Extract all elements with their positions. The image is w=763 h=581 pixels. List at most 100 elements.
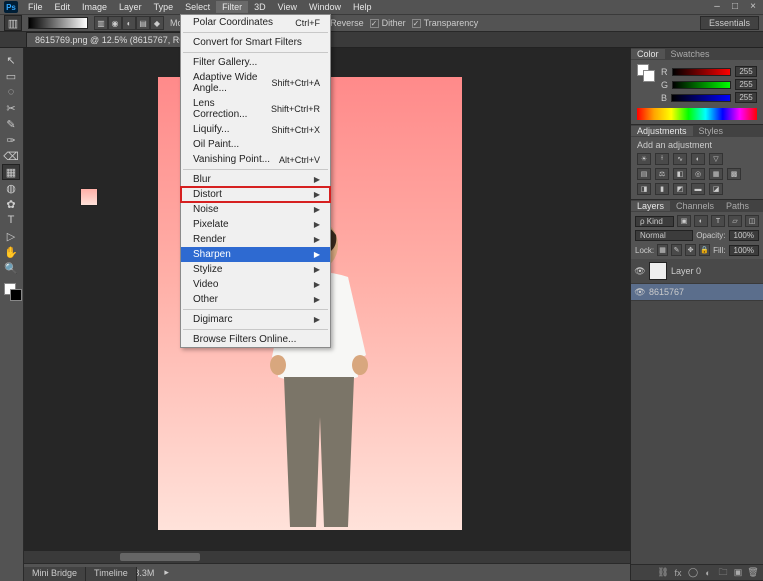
gradient-linear-button[interactable]: ▥ <box>94 16 108 30</box>
menu-item-filter-gallery[interactable]: Filter Gallery... <box>181 55 330 70</box>
menu-item-browse-filters-online[interactable]: Browse Filters Online... <box>181 332 330 347</box>
adj-balance-icon[interactable]: ⚖ <box>655 168 669 180</box>
filter-pixel-icon[interactable]: ▣ <box>677 215 691 227</box>
status-arrow-icon[interactable]: ▸ <box>164 567 169 578</box>
tool-0[interactable]: ↖ <box>2 52 20 68</box>
menu-type[interactable]: Type <box>148 1 180 13</box>
adj-vibrance-icon[interactable]: ▽ <box>709 153 723 165</box>
tab-timeline[interactable]: Timeline <box>86 567 137 581</box>
adj-invert-icon[interactable]: ◨ <box>637 183 651 195</box>
layer-thumbnail[interactable] <box>649 262 667 280</box>
tool-preset-button[interactable]: ▥ <box>4 15 22 31</box>
fx-icon[interactable]: fx <box>672 567 684 579</box>
menu-item-liquify[interactable]: Liquify...Shift+Ctrl+X <box>181 122 330 137</box>
tool-7[interactable]: ▦ <box>2 164 20 180</box>
tab-color[interactable]: Color <box>631 49 665 59</box>
menu-3d[interactable]: 3D <box>248 1 272 13</box>
delete-layer-icon[interactable]: 🗑 <box>747 567 759 579</box>
filter-shape-icon[interactable]: ▱ <box>728 215 742 227</box>
menu-view[interactable]: View <box>272 1 303 13</box>
link-layers-icon[interactable]: ⛓ <box>657 567 669 579</box>
menu-file[interactable]: File <box>22 1 49 13</box>
color-swatches[interactable] <box>2 283 21 305</box>
workspace-switcher[interactable]: Essentials <box>700 16 759 30</box>
menu-item-sharpen[interactable]: Sharpen▶ <box>181 247 330 262</box>
layer-name[interactable]: 8615767 <box>649 287 684 297</box>
adj-selcolor-icon[interactable]: ◪ <box>709 183 723 195</box>
adj-photo-icon[interactable]: ◎ <box>691 168 705 180</box>
menu-item-oil-paint[interactable]: Oil Paint... <box>181 137 330 152</box>
adj-thresh-icon[interactable]: ◩ <box>673 183 687 195</box>
spectrum-bar[interactable] <box>637 108 757 120</box>
mask-icon[interactable]: ◯ <box>687 567 699 579</box>
menu-edit[interactable]: Edit <box>49 1 77 13</box>
tool-6[interactable]: ⌫ <box>2 148 20 164</box>
tab-channels[interactable]: Channels <box>670 201 720 211</box>
adj-curves-icon[interactable]: ∿ <box>673 153 687 165</box>
adj-gradmap-icon[interactable]: ▬ <box>691 183 705 195</box>
group-icon[interactable]: 🗀 <box>717 567 729 579</box>
gradient-preview[interactable] <box>28 17 88 29</box>
menu-image[interactable]: Image <box>76 1 113 13</box>
tab-swatches[interactable]: Swatches <box>665 49 716 59</box>
lock-all-icon[interactable]: 🔒 <box>699 244 710 256</box>
new-layer-icon[interactable]: ▣ <box>732 567 744 579</box>
r-value[interactable]: 255 <box>735 66 757 77</box>
menu-item-vanishing-point[interactable]: Vanishing Point...Alt+Ctrl+V <box>181 152 330 167</box>
menu-item-lens-correction[interactable]: Lens Correction...Shift+Ctrl+R <box>181 96 330 122</box>
visibility-icon[interactable]: 👁 <box>635 287 645 297</box>
filter-adj-icon[interactable]: ◐ <box>694 215 708 227</box>
gradient-diamond-button[interactable]: ◆ <box>150 16 164 30</box>
layer-row[interactable]: 👁 Layer 0 <box>631 259 763 284</box>
gradient-angle-button[interactable]: ◐ <box>122 16 136 30</box>
adj-levels-icon[interactable]: ⟊ <box>655 153 669 165</box>
tool-3[interactable]: ✂ <box>2 100 20 116</box>
g-slider[interactable] <box>672 81 731 89</box>
b-slider[interactable] <box>671 94 731 102</box>
adj-lookup-icon[interactable]: ▩ <box>727 168 741 180</box>
blend-mode-select-layers[interactable]: Normal <box>635 230 693 241</box>
adj-hue-icon[interactable]: ▤ <box>637 168 651 180</box>
tool-10[interactable]: T <box>2 212 20 228</box>
maximize-button[interactable]: □ <box>729 0 741 12</box>
menu-item-other[interactable]: Other▶ <box>181 292 330 307</box>
tool-4[interactable]: ✎ <box>2 116 20 132</box>
menu-item-video[interactable]: Video▶ <box>181 277 330 292</box>
tool-1[interactable]: ▭ <box>2 68 20 84</box>
b-value[interactable]: 255 <box>735 92 757 103</box>
adj-exposure-icon[interactable]: ◐ <box>691 153 705 165</box>
tool-9[interactable]: ✿ <box>2 196 20 212</box>
menu-filter[interactable]: Filter <box>216 1 248 13</box>
menu-item-stylize[interactable]: Stylize▶ <box>181 262 330 277</box>
menu-window[interactable]: Window <box>303 1 347 13</box>
tab-paths[interactable]: Paths <box>720 201 755 211</box>
visibility-icon[interactable]: 👁 <box>635 266 645 276</box>
tab-adjustments[interactable]: Adjustments <box>631 126 693 136</box>
menu-help[interactable]: Help <box>347 1 378 13</box>
menu-item-distort[interactable]: Distort▶ <box>181 187 330 202</box>
tool-2[interactable]: ◌ <box>2 84 20 100</box>
menu-item-adaptive-wide-angle[interactable]: Adaptive Wide Angle...Shift+Ctrl+A <box>181 70 330 96</box>
adj-brightness-icon[interactable]: ☀ <box>637 153 651 165</box>
tool-8[interactable]: ◍ <box>2 180 20 196</box>
menu-item-convert-for-smart-filters[interactable]: Convert for Smart Filters <box>181 35 330 50</box>
close-button[interactable]: × <box>747 0 759 12</box>
lock-trans-icon[interactable]: ▦ <box>657 244 668 256</box>
transparency-checkbox[interactable]: Transparency <box>412 18 479 28</box>
color-swatch-pair[interactable] <box>637 64 657 84</box>
tool-13[interactable]: 🔍 <box>2 260 20 276</box>
menu-item-polar-coordinates[interactable]: Polar CoordinatesCtrl+F <box>181 15 330 30</box>
tool-5[interactable]: ✑ <box>2 132 20 148</box>
minimize-button[interactable]: – <box>711 0 723 12</box>
layer-opacity-input[interactable]: 100% <box>729 230 759 241</box>
fill-input[interactable]: 100% <box>729 245 759 256</box>
adj-mixer-icon[interactable]: ▦ <box>709 168 723 180</box>
menu-layer[interactable]: Layer <box>113 1 148 13</box>
gradient-reflected-button[interactable]: ▤ <box>136 16 150 30</box>
filter-smart-icon[interactable]: ◫ <box>745 215 759 227</box>
horizontal-scrollbar[interactable] <box>24 551 630 563</box>
filter-type-icon[interactable]: T <box>711 215 725 227</box>
adj-bw-icon[interactable]: ◧ <box>673 168 687 180</box>
menu-select[interactable]: Select <box>179 1 216 13</box>
lock-pos-icon[interactable]: ✥ <box>685 244 696 256</box>
